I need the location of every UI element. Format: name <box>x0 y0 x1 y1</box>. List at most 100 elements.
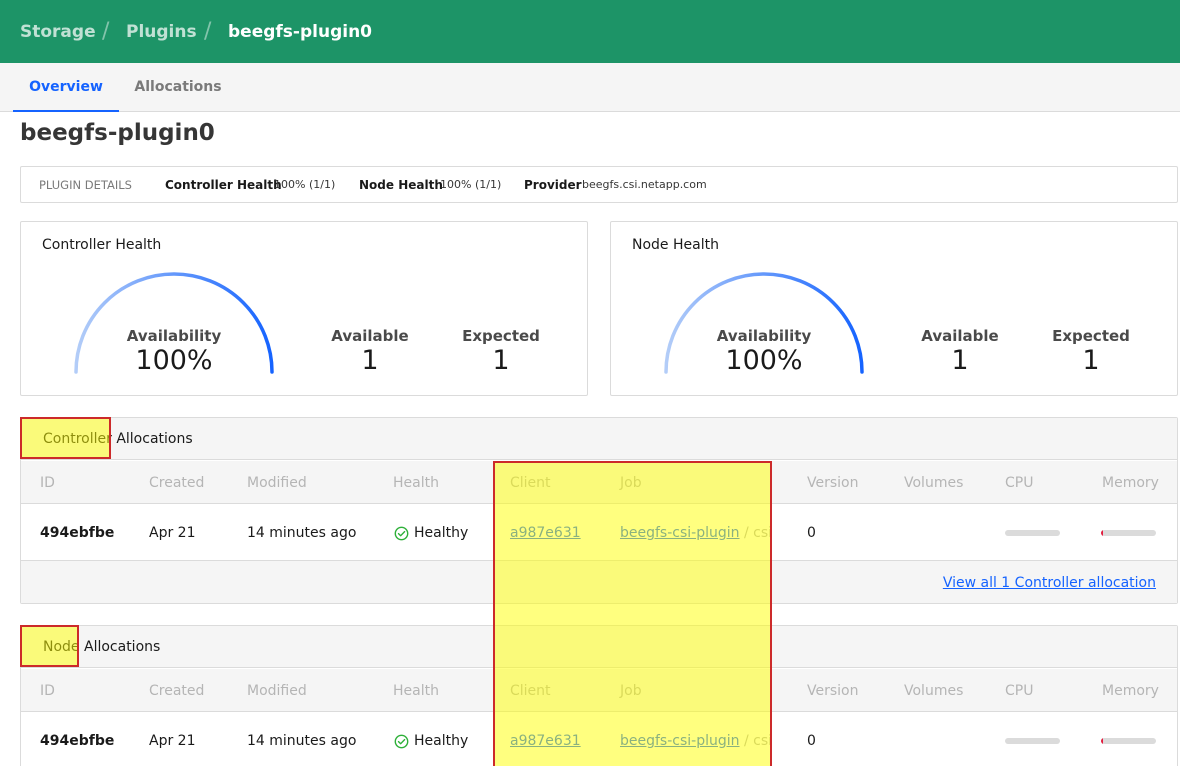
allocation-health: Healthy <box>394 524 468 542</box>
cpu-usage-bar <box>1005 738 1060 744</box>
provider-label: Provider <box>524 178 582 192</box>
table-header: ID Created Modified Health Client Job Ve… <box>21 669 1177 712</box>
check-circle-icon <box>394 526 409 540</box>
job-separator: / <box>739 733 754 749</box>
table-row[interactable]: 494ebfbe Apr 21 14 minutes ago Healthy a… <box>21 504 1177 561</box>
column-header-modified[interactable]: Modified <box>247 474 307 492</box>
client-link[interactable]: a987e631 <box>510 525 581 541</box>
section-header: Node Allocations <box>21 626 1177 668</box>
provider-value: beegfs.csi.netapp.com <box>582 178 707 191</box>
allocation-job: beegfs-csi-plugin / csi <box>620 732 772 750</box>
job-link[interactable]: beegfs-csi-plugin <box>620 733 740 749</box>
available-value: 1 <box>951 345 969 376</box>
column-header-memory[interactable]: Memory <box>1102 682 1159 700</box>
plugin-details-heading: PLUGIN DETAILS <box>39 178 132 192</box>
tab-allocations[interactable]: Allocations <box>128 63 228 112</box>
allocation-client: a987e631 <box>510 732 581 750</box>
column-header-memory[interactable]: Memory <box>1102 474 1159 492</box>
tab-bar: Overview Allocations <box>0 63 1180 112</box>
column-header-modified[interactable]: Modified <box>247 682 307 700</box>
section-title-highlight: Controller <box>43 431 112 447</box>
column-header-id[interactable]: ID <box>40 474 55 492</box>
breadcrumb-separator: / <box>102 19 110 44</box>
gauge-value: 100% <box>135 345 213 376</box>
card-title: Controller Health <box>42 237 162 253</box>
controller-allocations-section: Controller Allocations ID Created Modifi… <box>20 417 1178 604</box>
table-header: ID Created Modified Health Client Job Ve… <box>21 461 1177 504</box>
job-separator: / <box>739 525 754 541</box>
memory-usage-fill <box>1101 530 1103 536</box>
column-header-cpu[interactable]: CPU <box>1005 682 1033 700</box>
top-bar: Storage / Plugins / beegfs-plugin0 <box>0 0 1180 63</box>
section-header: Controller Allocations <box>21 418 1177 460</box>
section-title-rest: Allocations <box>111 431 193 447</box>
column-header-version[interactable]: Version <box>807 682 858 700</box>
allocation-id[interactable]: 494ebfbe <box>40 524 114 542</box>
job-link[interactable]: beegfs-csi-plugin <box>620 525 740 541</box>
table-footer: View all 1 Controller allocation <box>21 560 1177 603</box>
column-header-id[interactable]: ID <box>40 682 55 700</box>
gauge-label: Availability <box>126 327 222 345</box>
available-label: Available <box>331 327 409 345</box>
allocation-version: 0 <box>807 733 816 749</box>
memory-usage-bar <box>1101 530 1156 536</box>
gauge-label: Availability <box>716 327 812 345</box>
allocation-client: a987e631 <box>510 524 581 542</box>
table-row[interactable]: 494ebfbe Apr 21 14 minutes ago Healthy a… <box>21 712 1177 766</box>
client-link[interactable]: a987e631 <box>510 733 581 749</box>
allocation-version: 0 <box>807 525 816 541</box>
available-label: Available <box>921 327 999 345</box>
allocation-created: Apr 21 <box>149 525 196 541</box>
memory-usage-fill <box>1101 738 1103 744</box>
section-title: Node Allocations <box>43 638 160 656</box>
node-health-value: 100% (1/1) <box>440 178 502 191</box>
controller-health-card: Controller Health Availability 100% Avai… <box>20 221 588 396</box>
job-group: csi <box>753 733 773 749</box>
allocation-modified: 14 minutes ago <box>247 525 357 541</box>
page-title: beegfs-plugin0 <box>20 120 215 146</box>
memory-usage-bar <box>1101 738 1156 744</box>
column-header-created[interactable]: Created <box>149 474 204 492</box>
node-allocations-section: Node Allocations ID Created Modified Hea… <box>20 625 1178 766</box>
controller-health-label: Controller Health <box>165 178 282 192</box>
expected-label: Expected <box>462 327 540 345</box>
column-header-job[interactable]: Job <box>620 682 642 700</box>
section-title-highlight: Node <box>43 639 80 655</box>
health-label: Healthy <box>414 733 469 749</box>
node-health-card: Node Health Availability 100% Available … <box>610 221 1178 396</box>
allocation-id[interactable]: 494ebfbe <box>40 732 114 750</box>
plugin-details: PLUGIN DETAILS Controller Health 100% (1… <box>20 166 1178 203</box>
allocation-job: beegfs-csi-plugin / csi <box>620 524 772 542</box>
breadcrumb-plugins[interactable]: Plugins <box>126 20 197 44</box>
expected-value: 1 <box>1082 345 1100 376</box>
section-title-rest: Allocations <box>79 639 161 655</box>
breadcrumb-current[interactable]: beegfs-plugin0 <box>228 20 372 44</box>
gauge-value: 100% <box>725 345 803 376</box>
column-header-volumes: Volumes <box>904 683 964 699</box>
column-header-client[interactable]: Client <box>510 474 551 492</box>
allocation-created: Apr 21 <box>149 733 196 749</box>
card-title: Node Health <box>632 237 719 253</box>
section-title: Controller Allocations <box>43 430 193 448</box>
allocation-health: Healthy <box>394 732 468 750</box>
column-header-created[interactable]: Created <box>149 682 204 700</box>
expected-value: 1 <box>492 345 510 376</box>
column-header-client[interactable]: Client <box>510 682 551 700</box>
view-all-controller-allocations-link[interactable]: View all 1 Controller allocation <box>943 574 1156 592</box>
column-header-volumes: Volumes <box>904 475 964 491</box>
available-value: 1 <box>361 345 379 376</box>
column-header-health[interactable]: Health <box>393 474 439 492</box>
check-circle-icon <box>394 734 409 748</box>
breadcrumb-storage[interactable]: Storage <box>20 20 96 44</box>
column-header-job[interactable]: Job <box>620 474 642 492</box>
breadcrumb-separator: / <box>204 19 212 44</box>
allocation-modified: 14 minutes ago <box>247 733 357 749</box>
column-header-health[interactable]: Health <box>393 682 439 700</box>
job-group: csi <box>753 525 773 541</box>
expected-label: Expected <box>1052 327 1130 345</box>
tab-overview[interactable]: Overview <box>13 63 119 112</box>
column-header-version[interactable]: Version <box>807 474 858 492</box>
health-label: Healthy <box>414 525 469 541</box>
controller-health-value: 100% (1/1) <box>274 178 336 191</box>
column-header-cpu[interactable]: CPU <box>1005 474 1033 492</box>
